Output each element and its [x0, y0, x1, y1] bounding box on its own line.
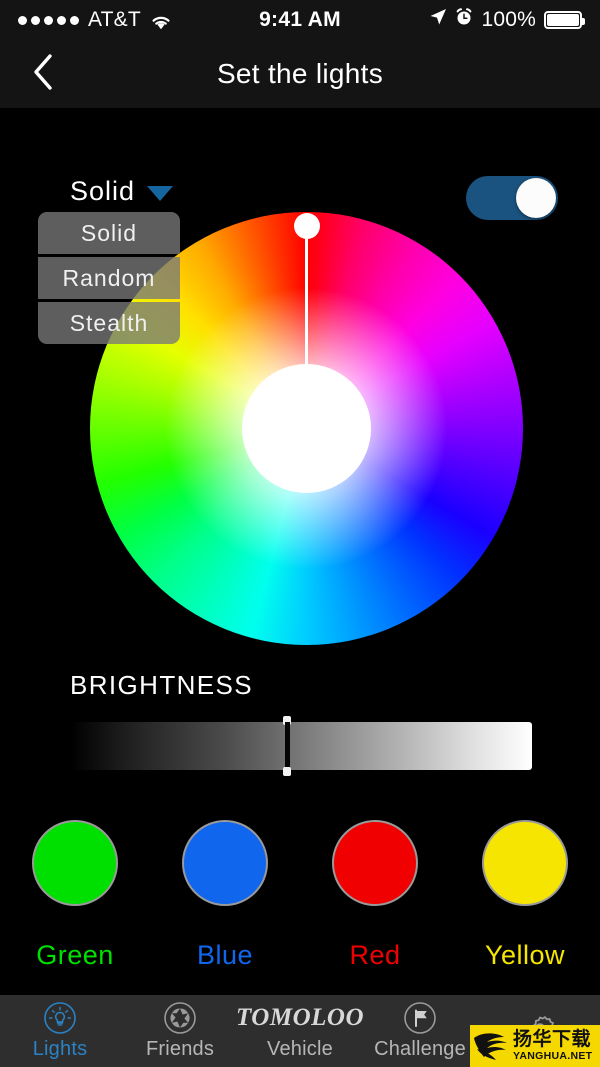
wifi-icon	[150, 12, 172, 30]
lights-panel: Solid Solid Random Stealth BRIGHTNESS Gr…	[0, 108, 600, 995]
preset-swatch-circle[interactable]	[32, 820, 118, 906]
brightness-slider-handle[interactable]	[283, 714, 292, 778]
toggle-knob	[516, 178, 556, 218]
signal-strength-dots	[18, 15, 79, 25]
preset-swatch-green[interactable]: Green	[0, 820, 150, 971]
mode-dropdown-trigger[interactable]: Solid	[70, 176, 174, 207]
mode-option-label: Solid	[80, 219, 138, 246]
battery-percent-label: 100%	[481, 8, 536, 31]
color-wheel-center-preview	[242, 364, 371, 493]
tab-friends[interactable]: Friends	[120, 995, 240, 1067]
tomoloo-logo-text: TOMOLOO	[235, 1004, 365, 1031]
mode-option-solid[interactable]: Solid	[38, 212, 180, 254]
aperture-icon	[163, 1001, 197, 1035]
lights-power-toggle[interactable]	[466, 176, 558, 220]
tab-lights[interactable]: Lights	[0, 995, 120, 1067]
tab-challenge[interactable]: Challenge	[360, 995, 480, 1067]
navigation-bar: Set the lights	[0, 40, 600, 108]
watermark-cn-label: 扬华下载	[513, 1028, 592, 1051]
color-wheel-handle[interactable]	[293, 213, 320, 239]
lightbulb-icon	[43, 1001, 77, 1035]
brightness-slider[interactable]	[70, 716, 532, 776]
preset-swatch-red[interactable]: Red	[300, 820, 450, 971]
mode-option-random[interactable]: Random	[38, 257, 180, 299]
status-bar: AT&T 9:41 AM 100%	[0, 0, 600, 40]
page-title: Set the lights	[216, 58, 384, 89]
tab-label: Challenge	[374, 1038, 466, 1060]
flag-icon	[403, 1001, 437, 1035]
preset-swatch-circle[interactable]	[182, 820, 268, 906]
preset-swatch-label: Red	[349, 940, 401, 970]
app-screen: AT&T 9:41 AM 100% Set the lights Solid S…	[0, 0, 600, 1067]
preset-swatch-blue[interactable]: Blue	[150, 820, 300, 971]
status-bar-right: 100%	[429, 8, 585, 32]
eagle-logo-icon	[470, 1026, 512, 1066]
mode-selected-label: Solid	[70, 176, 136, 206]
battery-full-icon	[544, 11, 585, 29]
preset-swatch-label: Blue	[196, 940, 254, 970]
location-arrow-icon	[429, 8, 447, 32]
tab-label: Lights	[32, 1038, 88, 1060]
tab-label: Vehicle	[267, 1038, 333, 1060]
preset-swatch-label: Yellow	[484, 940, 566, 970]
preset-color-list: Green Blue Red Yellow	[0, 820, 600, 971]
tab-vehicle[interactable]: TOMOLOO Vehicle	[236, 995, 364, 1067]
tab-label: Friends	[145, 1038, 215, 1060]
mode-dropdown-list: Solid Random Stealth	[38, 212, 180, 344]
caret-down-icon	[147, 186, 174, 201]
tomoloo-logo: TOMOLOO	[236, 1001, 364, 1035]
mode-option-stealth[interactable]: Stealth	[38, 302, 180, 344]
carrier-label: AT&T	[88, 8, 141, 31]
watermark-text: 扬华下载 YANGHUA.NET	[512, 1030, 592, 1062]
preset-swatch-label: Green	[36, 940, 114, 970]
brightness-label: BRIGHTNESS	[70, 670, 254, 700]
mode-option-label: Random	[62, 264, 156, 291]
status-bar-left: AT&T	[18, 8, 172, 32]
site-watermark: 扬华下载 YANGHUA.NET	[470, 1025, 600, 1067]
preset-swatch-circle[interactable]	[332, 820, 418, 906]
mode-option-label: Stealth	[69, 309, 149, 336]
watermark-en-label: YANGHUA.NET	[513, 1050, 593, 1063]
preset-swatch-circle[interactable]	[482, 820, 568, 906]
alarm-clock-icon	[455, 8, 473, 32]
preset-swatch-yellow[interactable]: Yellow	[450, 820, 600, 971]
